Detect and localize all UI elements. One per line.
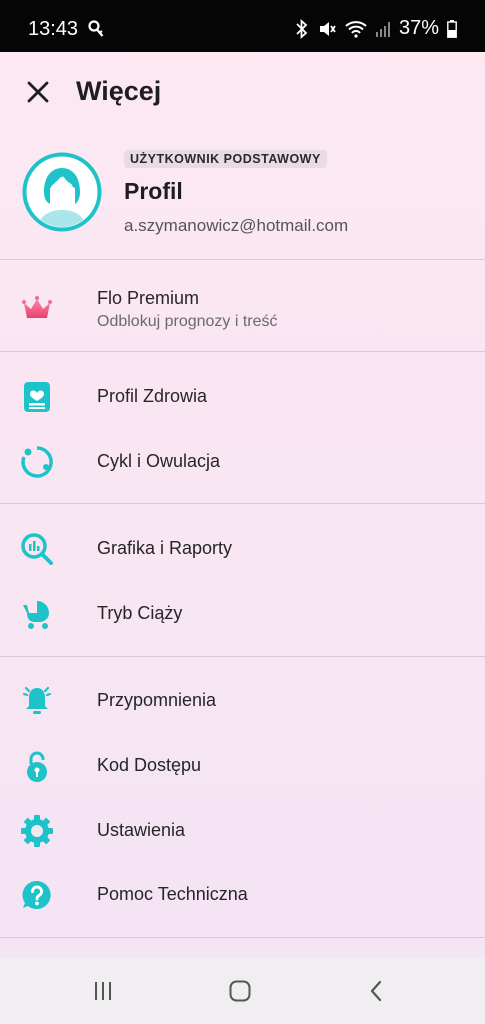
menu-item-support[interactable]: Pomoc Techniczna	[0, 862, 485, 926]
menu-item-label: Przypomnienia	[97, 690, 217, 710]
divider	[0, 259, 485, 260]
health-profile-icon	[20, 380, 54, 414]
menu-item-graphics-reports[interactable]: Grafika i Raporty	[0, 516, 485, 580]
cycle-icon	[20, 445, 54, 479]
back-icon[interactable]	[364, 978, 390, 1004]
account-type-badge: UŻYTKOWNIK PODSTAWOWY	[124, 150, 327, 168]
profile-email: a.szymanowicz@hotmail.com	[124, 216, 349, 235]
divider	[0, 937, 485, 938]
menu-item-label: Kod Dostępu	[97, 755, 202, 775]
help-icon	[20, 878, 54, 912]
status-bar: 13:43 37%	[0, 0, 485, 52]
menu-item-label: Tryb Ciąży	[97, 603, 183, 623]
profile-name: Profil	[124, 178, 183, 204]
stroller-icon	[20, 597, 54, 631]
menu-item-access-code[interactable]: Kod Dostępu	[0, 733, 485, 797]
mute-icon	[317, 19, 337, 39]
menu-item-settings[interactable]: Ustawienia	[0, 798, 485, 862]
wifi-icon	[345, 20, 367, 38]
key-icon	[88, 20, 104, 43]
battery-icon	[447, 19, 457, 38]
crown-icon	[20, 291, 54, 325]
signal-icon	[375, 21, 391, 37]
profile-card[interactable]: UŻYTKOWNIK PODSTAWOWY Profil a.szymanowi…	[0, 140, 485, 260]
header: Więcej	[0, 52, 485, 132]
menu-item-health-profile[interactable]: Profil Zdrowia	[0, 364, 485, 428]
bluetooth-icon	[295, 18, 309, 39]
menu-item-label: Flo Premium	[97, 288, 200, 308]
menu-item-pregnancy-mode[interactable]: Tryb Ciąży	[0, 581, 485, 645]
menu-item-cycle[interactable]: Cykl i Owulacja	[0, 429, 485, 493]
home-icon[interactable]	[227, 978, 253, 1004]
menu-item-label: Pomoc Techniczna	[97, 884, 248, 904]
avatar[interactable]	[22, 152, 102, 232]
page-title: Więcej	[76, 76, 162, 106]
lock-icon	[20, 749, 54, 783]
bell-icon	[20, 684, 54, 718]
menu-item-label: Profil Zdrowia	[97, 386, 208, 406]
menu-item-label: Cykl i Owulacja	[97, 451, 221, 471]
menu-item-reminders[interactable]: Przypomnienia	[0, 668, 485, 732]
menu-item-label: Ustawienia	[97, 820, 186, 840]
chart-search-icon	[20, 532, 54, 566]
battery-percent: 37%	[398, 17, 439, 39]
divider	[0, 656, 485, 657]
menu-item-sublabel: Odblokuj prognozy i treść	[97, 313, 278, 330]
system-navigation-bar	[0, 958, 485, 1024]
menu-item-label: Grafika i Raporty	[97, 538, 233, 558]
status-time: 13:43	[28, 18, 79, 40]
gear-icon	[20, 814, 54, 848]
close-icon[interactable]	[24, 78, 52, 106]
divider	[0, 351, 485, 352]
menu-item-flo-premium[interactable]: Flo Premium Odblokuj prognozy i treść	[0, 275, 485, 339]
recent-apps-icon[interactable]	[91, 978, 117, 1004]
divider	[0, 503, 485, 504]
